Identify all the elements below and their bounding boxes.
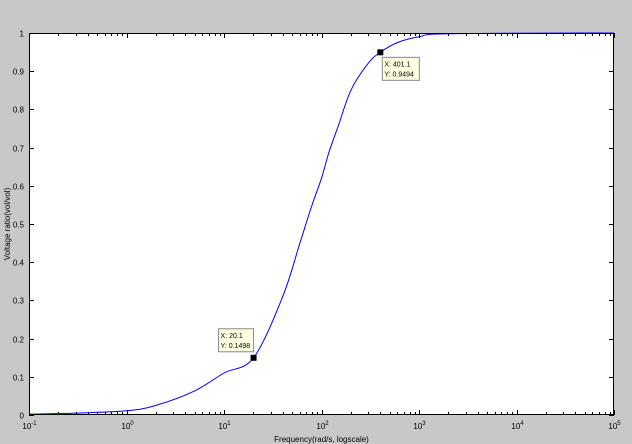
y-tick-label: 0.6 bbox=[13, 183, 25, 192]
y-tick-label: 0.1 bbox=[13, 374, 25, 383]
y-tick-label: 1 bbox=[20, 30, 25, 39]
y-tick-label: 0.7 bbox=[13, 145, 25, 154]
y-tick-label: 0.3 bbox=[13, 297, 25, 306]
data-tip-marker bbox=[377, 49, 384, 56]
plot-area bbox=[29, 33, 614, 415]
data-tip-x: X: 401.1 bbox=[384, 61, 410, 68]
data-tip-y: Y: 0.1498 bbox=[221, 343, 251, 350]
data-tip-y: Y: 0.9494 bbox=[384, 71, 414, 78]
y-tick-label: 0.9 bbox=[13, 68, 25, 77]
chart-figure: 00.10.20.30.40.50.60.70.80.9110-1 100 101 1… bbox=[0, 0, 632, 444]
x-axis-label: Frequency(rad/s, logscale) bbox=[274, 435, 369, 444]
data-tip-marker bbox=[250, 354, 257, 361]
y-tick-label: 0.8 bbox=[13, 106, 25, 115]
y-axis-label: Voltage ratio(vol/vol) bbox=[3, 187, 12, 260]
y-tick-label: 0.5 bbox=[13, 221, 25, 230]
y-tick-label: 0.2 bbox=[13, 336, 25, 345]
y-tick-label: 0.4 bbox=[13, 259, 25, 268]
y-tick-label: 0 bbox=[20, 412, 25, 421]
data-tip-x: X: 20.1 bbox=[221, 333, 243, 340]
